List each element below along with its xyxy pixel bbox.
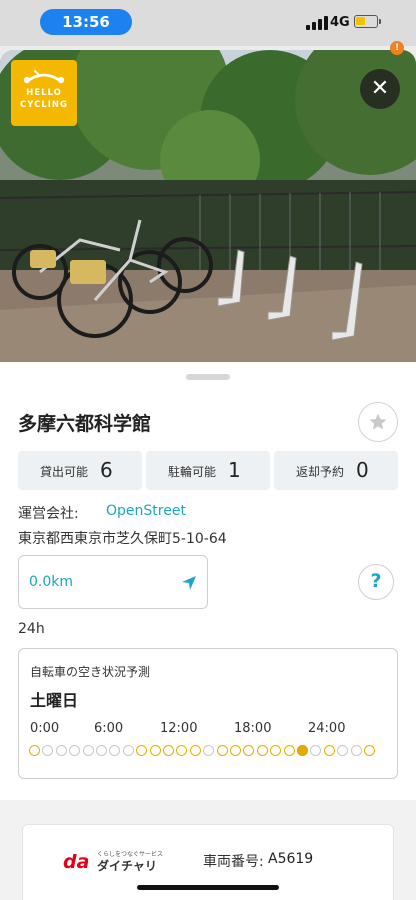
availability-dot xyxy=(29,745,40,756)
station-detail-sheet: 多摩六都科学館 貸出可能 6 駐輪可能 1 返却予約 0 運営会社: OpenS… xyxy=(0,362,416,800)
battery-icon xyxy=(354,15,381,28)
station-name: 多摩六都科学館 xyxy=(18,413,152,435)
stat-label: 返却予約 xyxy=(295,465,344,479)
availability-forecast: 自転車の空き状況予測 土曜日 0:00 6:00 12:00 18:00 24:… xyxy=(18,648,398,779)
availability-dot xyxy=(243,745,255,756)
stat-value: 6 xyxy=(100,458,113,482)
logo-line-1: HELLO xyxy=(26,88,62,98)
signal-icon xyxy=(306,16,328,30)
availability-dot xyxy=(189,745,201,756)
logo-line-2: CYCLING xyxy=(20,100,68,110)
daichari-logo: da くらしをつなぐサービス ダイチャリ xyxy=(63,849,163,875)
forecast-tick: 18:00 xyxy=(234,721,272,736)
star-icon xyxy=(369,413,387,430)
stat-parkable: 駐輪可能 1 xyxy=(146,451,270,490)
help-button[interactable]: ? xyxy=(358,564,394,600)
forecast-day: 土曜日 xyxy=(30,691,79,710)
stat-label: 貸出可能 xyxy=(39,465,88,479)
stat-label: 駐輪可能 xyxy=(167,465,216,479)
availability-dot xyxy=(55,745,67,756)
distance-value: 0.0km xyxy=(29,574,74,590)
availability-dot xyxy=(364,745,375,756)
forecast-tick: 6:00 xyxy=(94,721,124,736)
stat-value: 0 xyxy=(356,458,369,482)
forecast-title: 自転車の空き状況予測 xyxy=(30,665,151,679)
opening-hours: 24h xyxy=(18,621,45,637)
availability-dot xyxy=(350,745,362,756)
availability-dot xyxy=(310,745,322,756)
availability-dot xyxy=(203,745,215,756)
forecast-tick: 0:00 xyxy=(30,721,60,736)
availability-dot xyxy=(149,745,161,756)
hourly-availability-dots xyxy=(29,745,375,759)
availability-dot xyxy=(270,745,282,756)
availability-dot xyxy=(42,745,54,756)
station-address: 東京都西東京市芝久保町5-10-64 xyxy=(18,531,227,547)
availability-dot xyxy=(283,745,295,756)
notification-badge: ! xyxy=(390,41,404,55)
home-indicator[interactable] xyxy=(137,885,279,890)
availability-dot xyxy=(82,745,94,756)
status-time: 13:56 xyxy=(40,9,132,35)
operator-link[interactable]: OpenStreet xyxy=(106,503,186,519)
navigation-arrow-icon xyxy=(182,576,196,590)
availability-dot xyxy=(122,745,134,756)
availability-dot xyxy=(176,745,188,756)
availability-dot xyxy=(230,745,241,756)
forecast-tick: 24:00 xyxy=(308,721,346,736)
availability-dot xyxy=(136,745,148,756)
vehicle-number-label: 車両番号: xyxy=(203,854,264,870)
hello-cycling-logo: HELLO CYCLING xyxy=(11,60,77,126)
distance-navigate-button[interactable]: 0.0km xyxy=(18,555,208,609)
availability-dot xyxy=(69,745,81,756)
stat-return-reserved: 返却予約 0 xyxy=(274,451,398,490)
availability-dot xyxy=(337,745,349,756)
brand-mark: da xyxy=(63,851,90,873)
availability-dot xyxy=(256,745,268,756)
availability-dot xyxy=(216,745,228,756)
network-type: 4G xyxy=(330,15,350,30)
stat-rentable: 貸出可能 6 xyxy=(18,451,142,490)
availability-dot xyxy=(109,745,121,756)
operator-label: 運営会社: xyxy=(18,506,79,522)
brand-name: ダイチャリ xyxy=(97,859,157,873)
vehicle-number: A5619 xyxy=(268,851,314,867)
availability-dot xyxy=(297,745,308,756)
availability-dot xyxy=(323,745,335,756)
favorite-button[interactable] xyxy=(358,402,398,442)
close-button[interactable]: ✕ xyxy=(360,69,400,109)
availability-dot xyxy=(163,745,174,756)
status-bar: 13:56 4G xyxy=(0,0,416,46)
stat-value: 1 xyxy=(228,458,241,482)
drag-handle[interactable] xyxy=(186,374,230,380)
availability-dot xyxy=(96,745,107,756)
forecast-tick: 12:00 xyxy=(160,721,198,736)
